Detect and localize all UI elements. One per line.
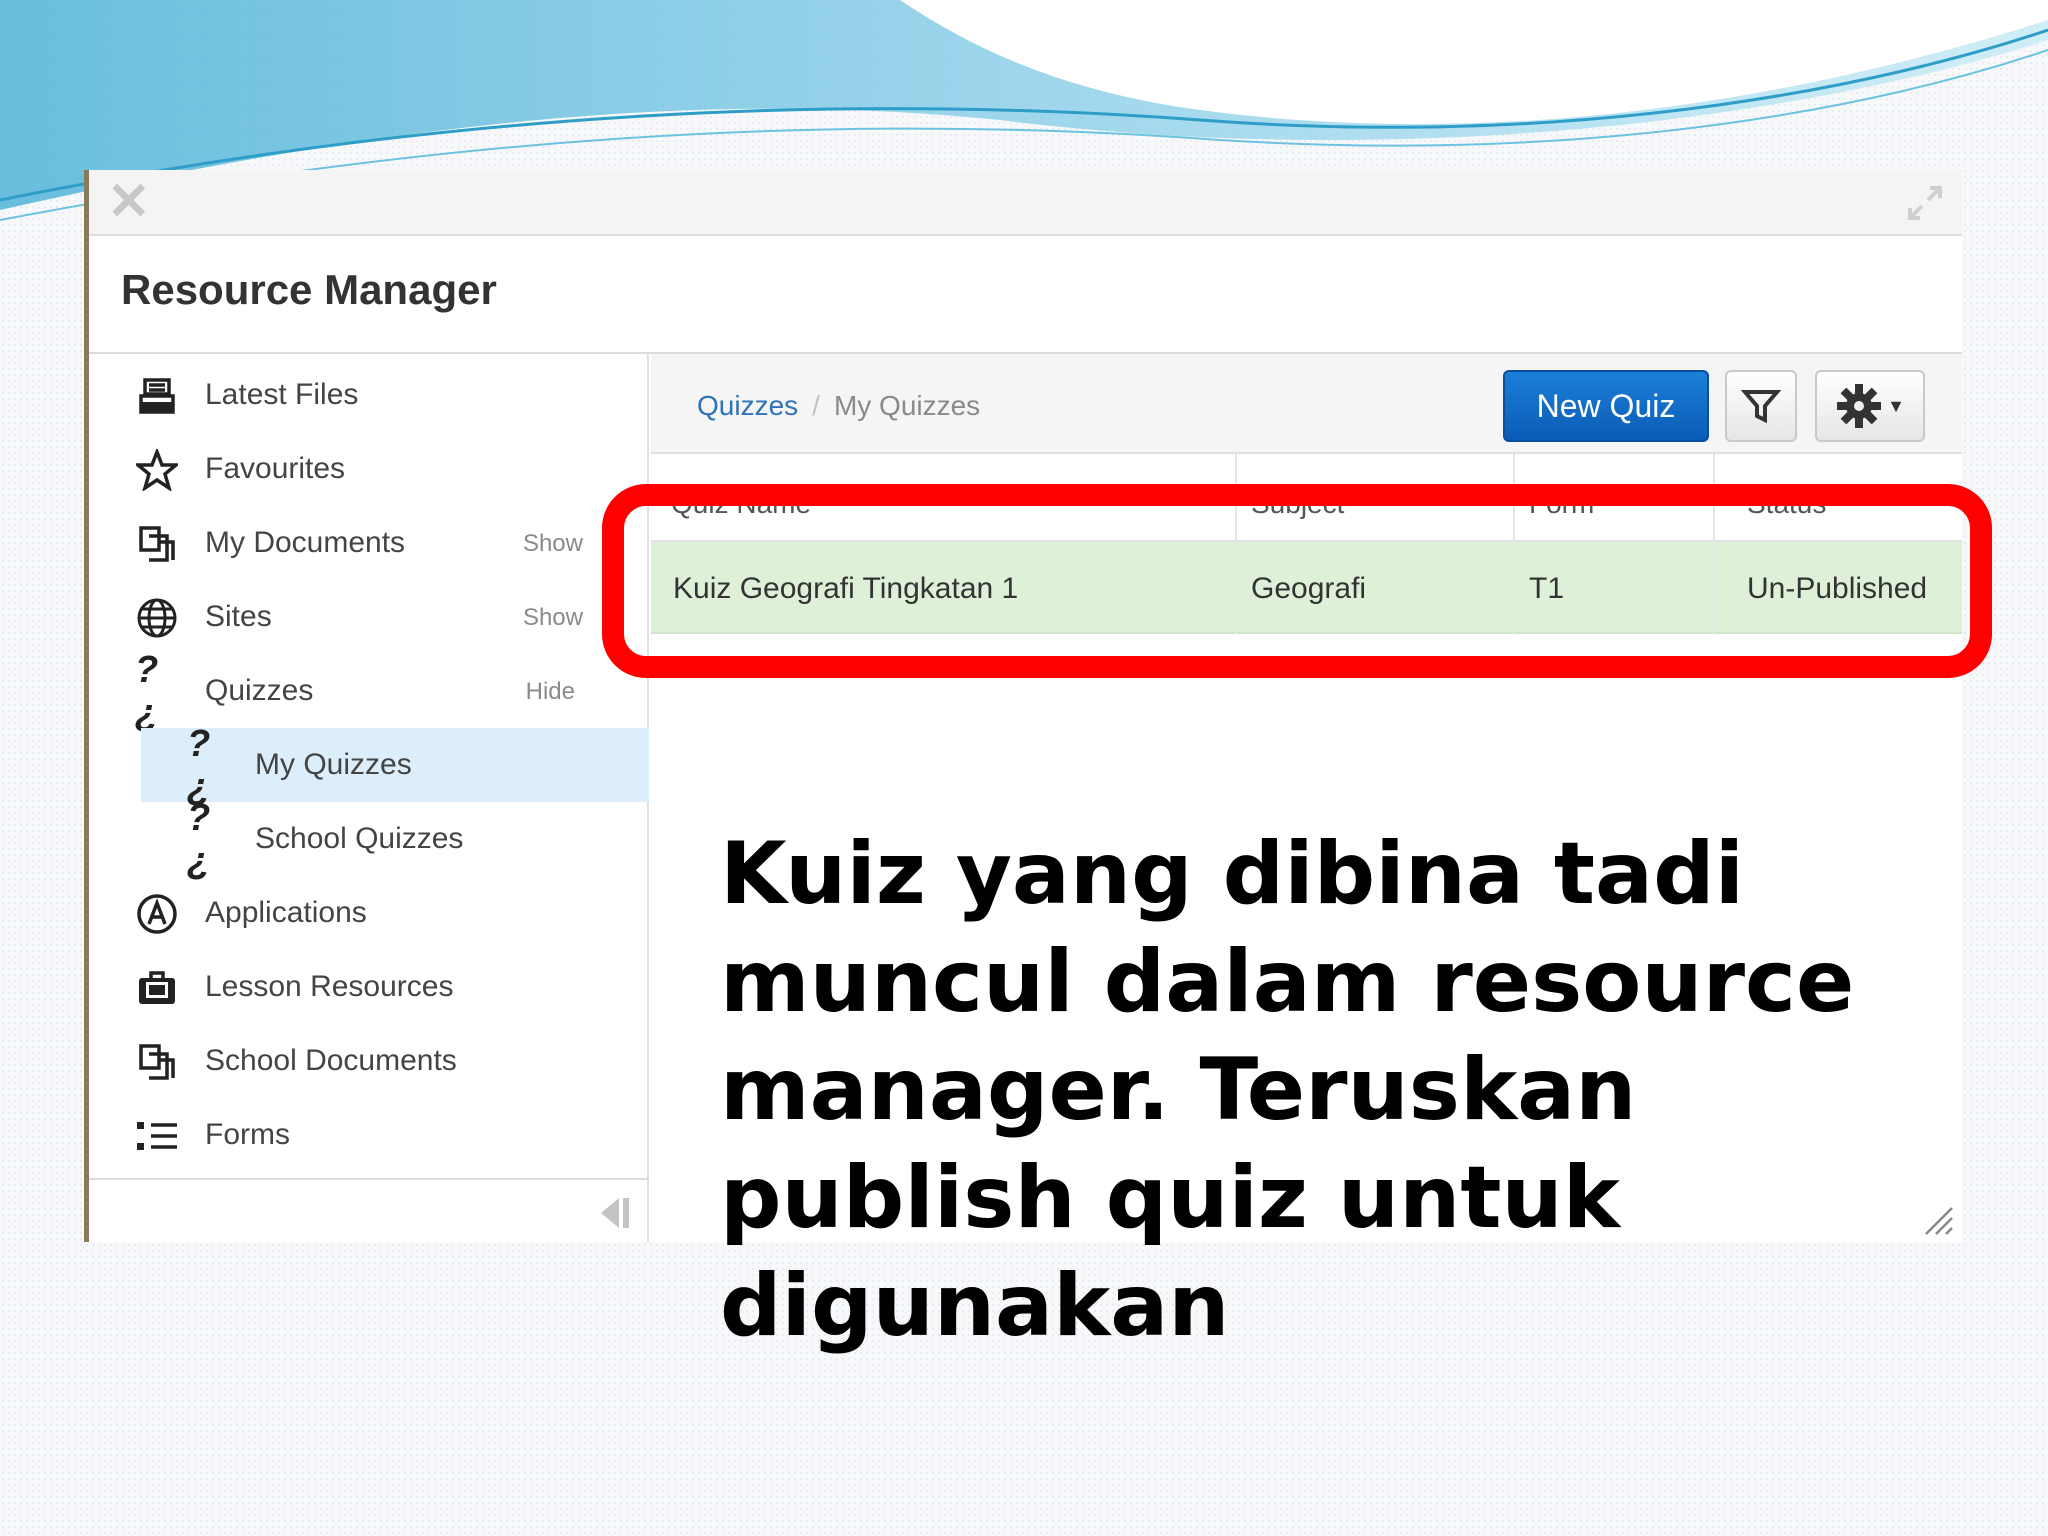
close-icon[interactable]: ✕ (107, 174, 151, 230)
filter-button[interactable] (1725, 370, 1797, 442)
globe-icon (135, 596, 179, 640)
hide-toggle[interactable]: Hide (526, 678, 575, 706)
expand-icon[interactable] (1900, 178, 1950, 228)
toolbar: Quizzes / My Quizzes New Quiz ▼ (651, 354, 1962, 454)
chevron-down-icon: ▼ (1887, 395, 1905, 416)
star-icon (135, 448, 179, 492)
breadcrumb: Quizzes / My Quizzes (697, 390, 980, 422)
sidebar-item-forms[interactable]: Forms (89, 1098, 649, 1172)
page-title: Resource Manager (121, 266, 497, 313)
documents-icon (135, 522, 179, 566)
sidebar-item-label: School Documents (205, 1044, 457, 1077)
inbox-tray-icon (135, 374, 179, 418)
sidebar-item-quizzes[interactable]: ?¿ Quizzes Hide (89, 649, 649, 734)
sidebar-item-latest-files[interactable]: Latest Files (89, 358, 649, 432)
window-topbar: ✕ (89, 170, 1962, 236)
new-quiz-button[interactable]: New Quiz (1503, 370, 1709, 442)
show-toggle[interactable]: Show (523, 604, 583, 632)
sidebar-item-my-documents[interactable]: My Documents Show (89, 506, 649, 580)
show-toggle[interactable]: Show (523, 530, 583, 558)
sidebar-item-label: Quizzes (205, 674, 314, 707)
sidebar-item-label: Forms (205, 1118, 290, 1151)
sidebar-item-label: Favourites (205, 452, 346, 485)
sidebar-item-lesson-resources[interactable]: Lesson Resources (89, 950, 649, 1024)
instruction-caption: Kuiz yang dibina tadi muncul dalam resou… (720, 824, 1855, 1356)
sidebar-item-label: My Quizzes (255, 748, 412, 781)
sidebar-item-my-quizzes[interactable]: ?¿ My Quizzes (141, 723, 649, 808)
breadcrumb-separator: / (812, 390, 820, 421)
sidebar-item-label: Latest Files (205, 378, 359, 411)
sidebar-item-label: Lesson Resources (205, 970, 454, 1003)
sidebar-item-label: School Quizzes (255, 822, 464, 855)
collapse-sidebar-icon[interactable] (591, 1190, 637, 1236)
applications-icon (135, 892, 179, 936)
quiz-icon: ?¿ (187, 723, 211, 808)
quiz-icon: ?¿ (135, 649, 159, 734)
sidebar-item-school-documents[interactable]: School Documents (89, 1024, 649, 1098)
breadcrumb-current: My Quizzes (833, 390, 981, 421)
quiz-icon: ?¿ (187, 797, 211, 882)
sidebar-item-label: Applications (205, 896, 367, 929)
sidebar-item-school-quizzes[interactable]: ?¿ School Quizzes (89, 797, 649, 882)
sidebar-item-label: My Documents (205, 526, 406, 559)
sidebar-item-label: Sites (205, 600, 272, 633)
sidebar-item-applications[interactable]: Applications (89, 876, 649, 950)
list-icon (135, 1114, 179, 1158)
sidebar-item-sites[interactable]: Sites Show (89, 580, 649, 654)
sidebar: Latest Files Favourites My Documents Sho… (89, 354, 649, 1242)
documents-icon (135, 1040, 179, 1084)
highlight-box (602, 484, 1992, 678)
divider (89, 1178, 649, 1180)
sidebar-item-favourites[interactable]: Favourites (89, 432, 649, 506)
settings-button[interactable]: ▼ (1815, 370, 1925, 442)
gear-icon (1837, 384, 1882, 428)
filter-icon (1741, 390, 1781, 424)
briefcase-icon (135, 966, 179, 1010)
breadcrumb-quizzes[interactable]: Quizzes (697, 390, 798, 421)
